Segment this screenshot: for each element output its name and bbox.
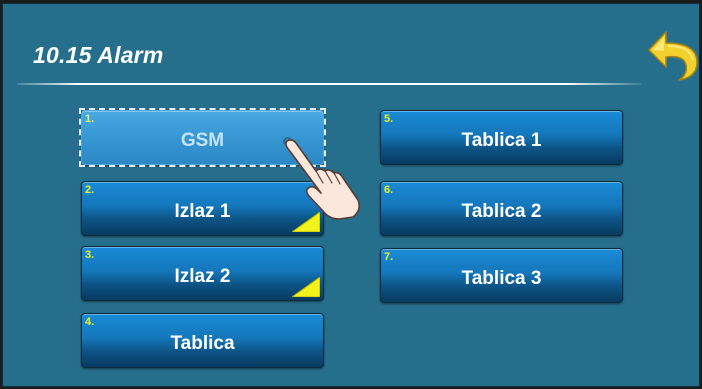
title-divider <box>17 83 641 85</box>
tablica-1-button[interactable]: 5. Tablica 1 <box>380 110 623 165</box>
tablica-button[interactable]: 4. Tablica <box>81 313 324 368</box>
touch-point-icon <box>283 137 292 146</box>
corner-marker-icon <box>292 277 320 297</box>
button-label: Izlaz 2 <box>174 265 231 287</box>
tablica-2-button[interactable]: 6. Tablica 2 <box>380 181 623 236</box>
izlaz-1-button[interactable]: 2. Izlaz 1 <box>81 181 324 236</box>
tablica-3-button[interactable]: 7. Tablica 3 <box>380 248 623 303</box>
izlaz-2-button[interactable]: 3. Izlaz 2 <box>81 246 324 301</box>
corner-marker-icon <box>292 212 320 232</box>
back-arrow-icon[interactable] <box>646 28 700 84</box>
button-label: Tablica 2 <box>461 200 542 222</box>
button-label: Tablica 3 <box>461 267 542 289</box>
alarm-screen: 10.15 Alarm 1. GSM 2. Izlaz 1 3. Izlaz 2… <box>2 3 700 387</box>
page-title: 10.15 Alarm <box>33 42 164 68</box>
button-label: Izlaz 1 <box>174 200 231 222</box>
button-label: Tablica <box>170 332 235 354</box>
button-label: Tablica 1 <box>461 129 542 151</box>
